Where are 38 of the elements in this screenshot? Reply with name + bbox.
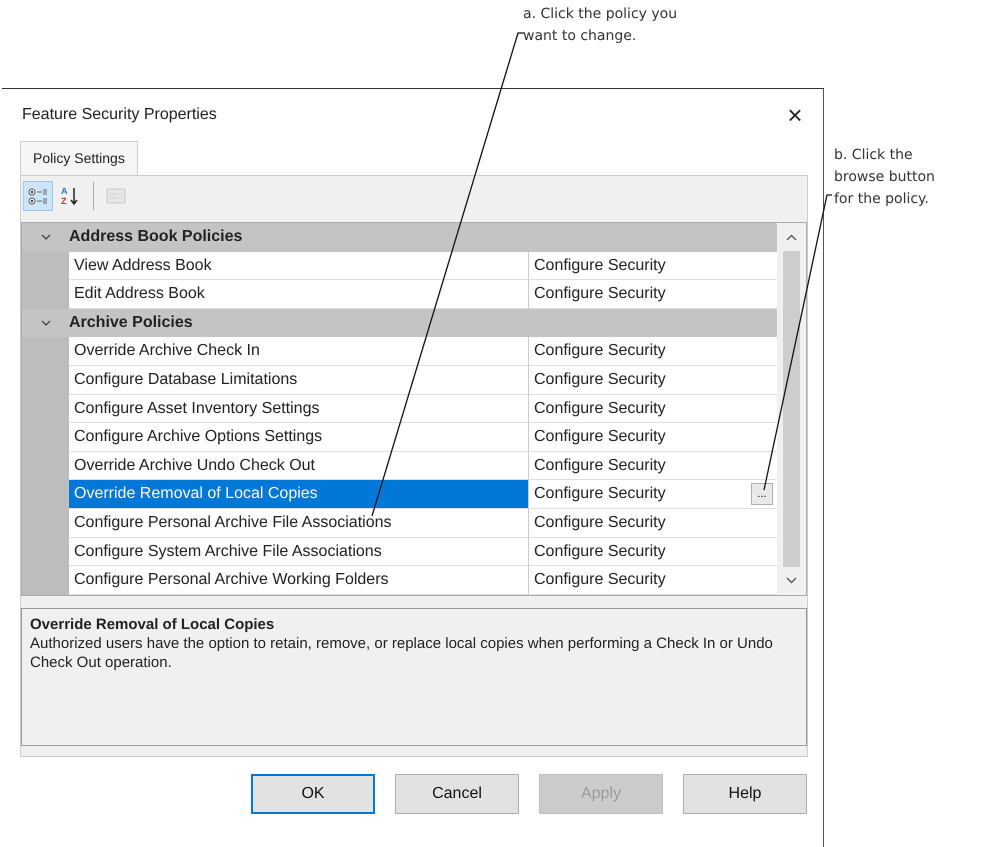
window-title: Feature Security Properties (22, 105, 217, 125)
property-value: Configure Security (534, 370, 666, 390)
property-name[interactable]: Configure Personal Archive File Associations (69, 508, 529, 538)
property-value: Configure Security (534, 542, 666, 562)
callout-text: want to change. (523, 27, 638, 46)
browse-button[interactable]: ... (751, 483, 773, 506)
group-header[interactable]: Archive Policies (69, 308, 193, 338)
property-name[interactable]: Configure Personal Archive Working Folders (69, 566, 529, 595)
property-name[interactable]: View Address Book (69, 252, 529, 280)
dialog-button[interactable]: Cancel (395, 774, 519, 814)
property-value: Configure Security (534, 341, 666, 362)
row-header (22, 566, 69, 595)
property-name[interactable]: Configure System Archive File Associations (69, 538, 529, 566)
property-value: Configure Security (534, 256, 666, 276)
property-name[interactable]: Override Removal of Local Copies (69, 480, 529, 509)
dialog-button[interactable]: Help (683, 774, 807, 814)
tab[interactable]: Policy Settings (20, 141, 138, 175)
property-name[interactable]: Configure Database Limitations (69, 366, 529, 395)
callout-text: for the policy. (834, 190, 930, 209)
description-title: Override Removal of Local Copies (30, 615, 276, 634)
categorized-view-button[interactable] (23, 180, 53, 210)
property-value: Configure Security (534, 427, 666, 448)
description-text: Authorized users have the option to retain, remove, or replace local copies when performing a Check In or Undo Check Out operation. (30, 634, 774, 672)
property-value: Configure Security (534, 284, 666, 304)
property-value: Configure Security (534, 484, 666, 504)
property-name[interactable]: Configure Archive Options Settings (69, 423, 529, 452)
property-value: Configure Security (534, 398, 666, 419)
scrollbar[interactable] (777, 223, 806, 595)
property-value: Configure Security (534, 512, 666, 533)
callout-text: browse button (834, 168, 935, 187)
close-button[interactable]: × (773, 95, 817, 135)
property-name[interactable]: Configure Asset Inventory Settings (69, 394, 529, 424)
property-value: Configure Security (534, 570, 666, 590)
callout-text: b. Click the (834, 146, 914, 165)
property-value: Configure Security (534, 456, 666, 476)
dialog-button[interactable]: OK (251, 774, 375, 814)
property-name[interactable]: Override Archive Check In (69, 337, 529, 366)
callout-text: a. Click the policy you (523, 5, 678, 24)
